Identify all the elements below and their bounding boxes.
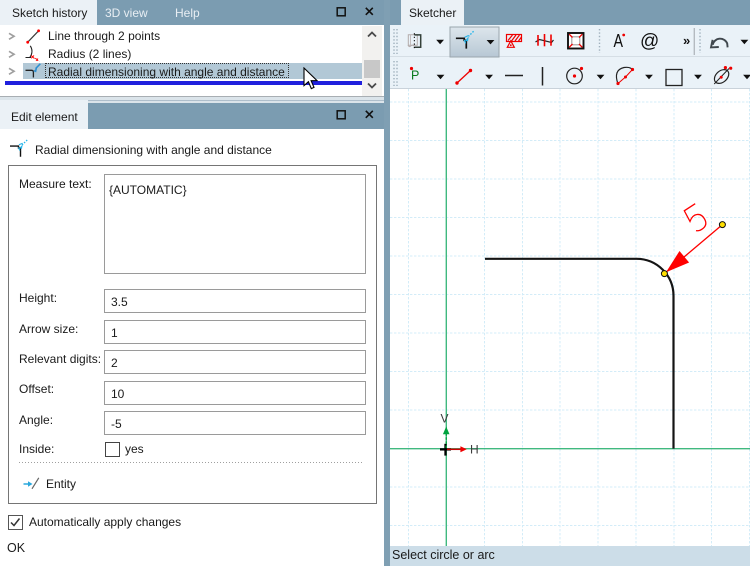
svg-text:P: P xyxy=(411,69,419,83)
svg-text:»: » xyxy=(683,33,690,48)
svg-text:H: H xyxy=(470,443,479,457)
svg-text:@: @ xyxy=(640,31,659,52)
svg-text:A: A xyxy=(614,30,624,51)
svg-text:V: V xyxy=(441,412,449,426)
